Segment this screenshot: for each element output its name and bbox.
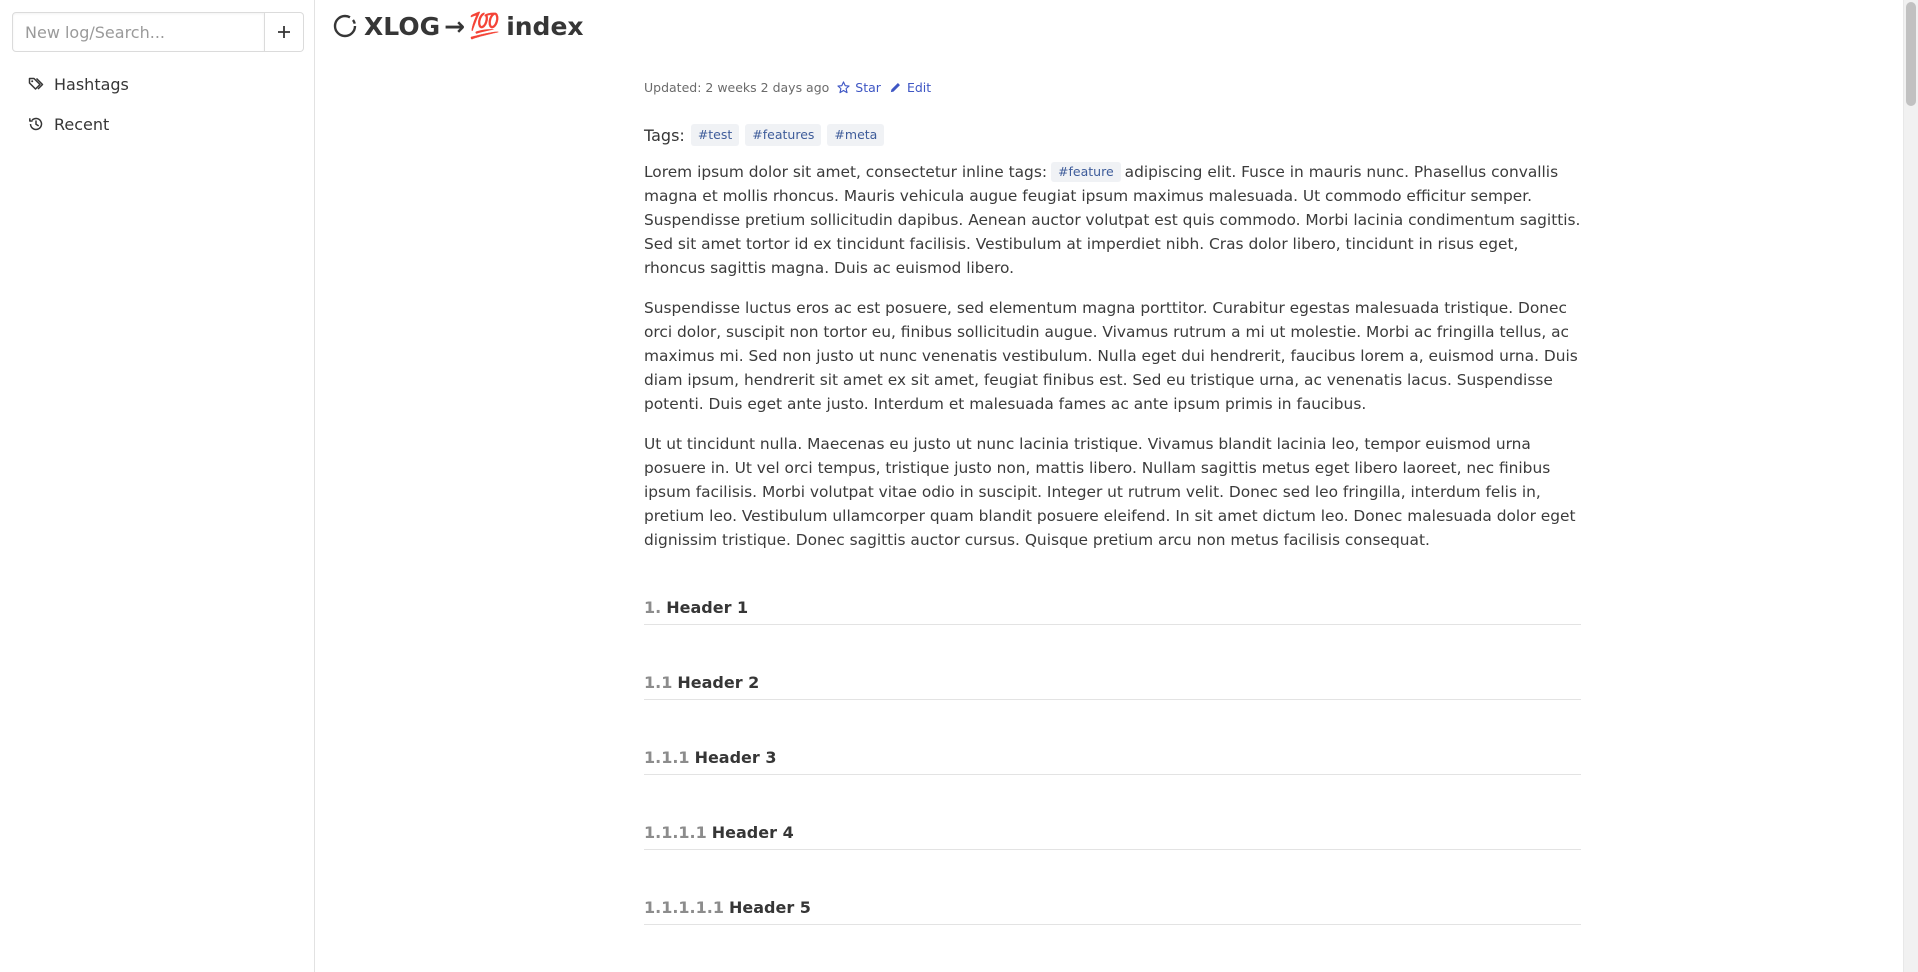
star-label: Star <box>855 79 881 95</box>
heading-4: 1.1.1.1 Header 4 <box>644 811 1581 850</box>
sidebar-item-recent[interactable]: Recent <box>0 104 314 144</box>
heading-2: 1.1 Header 2 <box>644 661 1581 700</box>
tags-row: Tags: #test #features #meta <box>644 124 1581 146</box>
scrollbar-thumb[interactable] <box>1906 2 1916 106</box>
heading-text: Header 5 <box>728 898 811 917</box>
heading-1: 1. Header 1 <box>644 586 1581 625</box>
paragraph-1-start: Lorem ipsum dolor sit amet, consectetur … <box>644 163 1048 181</box>
heading-text: Header 1 <box>666 598 749 617</box>
plus-icon <box>278 26 290 38</box>
pencil-icon <box>890 82 900 92</box>
heading-number: 1.1 <box>644 673 673 692</box>
page-name: index <box>506 11 584 41</box>
app-logo-icon <box>333 14 357 38</box>
heading-5: 1.1.1.1.1 Header 5 <box>644 886 1581 925</box>
tag-meta[interactable]: #meta <box>827 124 885 146</box>
history-icon <box>29 117 43 131</box>
heading-number: 1. <box>644 598 662 617</box>
tags-label: Tags: <box>644 125 685 145</box>
search-input[interactable] <box>12 12 265 52</box>
sidebar-nav: Hashtags Recent <box>0 64 314 144</box>
main-content: Updated: 2 weeks 2 days ago Star Edit Ta… <box>644 76 1581 925</box>
heading-text: Header 3 <box>694 748 777 767</box>
heading-number: 1.1.1.1 <box>644 823 707 842</box>
heading-text: Header 2 <box>677 673 760 692</box>
scrollbar[interactable] <box>1903 0 1918 972</box>
star-icon <box>837 80 850 93</box>
sidebar: Hashtags Recent <box>0 0 315 972</box>
add-button[interactable] <box>265 12 304 52</box>
page-meta: Updated: 2 weeks 2 days ago Star Edit <box>644 76 1581 98</box>
tag-test[interactable]: #test <box>690 124 740 146</box>
sidebar-item-label: Hashtags <box>54 74 129 94</box>
star-button[interactable]: Star <box>837 80 881 95</box>
sidebar-item-hashtags[interactable]: Hashtags <box>0 64 314 104</box>
app-name-link[interactable]: XLOG <box>364 12 440 41</box>
page-title: XLOG → 💯 index <box>332 8 584 44</box>
page-emoji-icon: 💯 <box>469 11 501 40</box>
paragraph-1: Lorem ipsum dolor sit amet, consectetur … <box>644 160 1581 280</box>
sidebar-item-label: Recent <box>54 114 110 134</box>
heading-3: 1.1.1 Header 3 <box>644 736 1581 775</box>
edit-button[interactable]: Edit <box>889 80 931 95</box>
heading-text: Header 4 <box>711 823 794 842</box>
search-row <box>12 12 304 52</box>
tags-icon <box>28 77 44 90</box>
inline-tag-feature[interactable]: #feature <box>1051 162 1121 182</box>
paragraph-2: Suspendisse luctus eros ac est posuere, … <box>644 299 1578 413</box>
tag-features[interactable]: #features <box>745 124 822 146</box>
heading-number: 1.1.1 <box>644 748 690 767</box>
updated-time: Updated: 2 weeks 2 days ago <box>644 79 830 95</box>
paragraph-3: Ut ut tincidunt nulla. Maecenas eu justo… <box>644 435 1576 549</box>
edit-label: Edit <box>906 79 932 95</box>
breadcrumb-arrow: → <box>444 11 466 41</box>
heading-number: 1.1.1.1.1 <box>644 898 724 917</box>
